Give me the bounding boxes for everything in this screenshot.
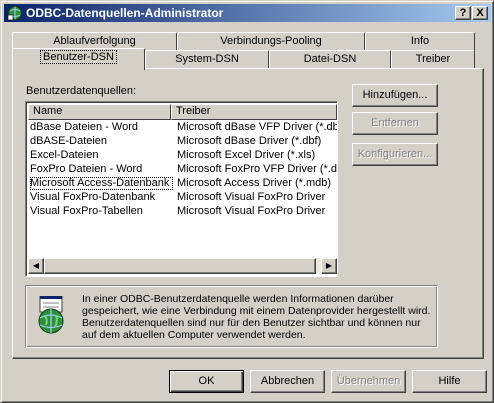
tab-system-dsn[interactable]: System-DSN xyxy=(145,50,269,69)
row-name: dBase Dateien - Word xyxy=(30,121,139,133)
row-driver: Microsoft FoxPro VFP Driver (*.dbf) xyxy=(177,163,337,175)
row-driver: Microsoft dBase VFP Driver (*.dbf) xyxy=(177,121,337,133)
row-driver: Microsoft Visual FoxPro Driver xyxy=(177,191,326,203)
row-name: Visual FoxPro-Datenbank xyxy=(30,191,156,203)
scroll-left-icon[interactable]: ◀ xyxy=(28,258,44,274)
info-text: In einer ODBC-Benutzerdatenquelle werden… xyxy=(82,293,431,341)
list-label: Benutzerdatenquellen: xyxy=(26,85,137,97)
tab-treiber[interactable]: Treiber xyxy=(391,50,475,69)
ok-button[interactable]: OK xyxy=(169,370,244,393)
remove-button[interactable]: Entfernen xyxy=(352,112,438,135)
row-driver: Microsoft Visual FoxPro Driver xyxy=(177,205,326,217)
horizontal-scrollbar[interactable]: ◀ ▶ xyxy=(28,258,337,274)
list-row-focused[interactable]: Microsoft Access-Datenbank Microsoft Acc… xyxy=(28,177,337,190)
help-button[interactable]: ? xyxy=(455,6,471,20)
row-driver: Microsoft dBase Driver (*.dbf) xyxy=(177,135,322,147)
row-name: FoxPro Dateien - Word xyxy=(30,163,143,175)
row-name: dBASE-Dateien xyxy=(30,135,108,147)
scroll-right-icon[interactable]: ▶ xyxy=(321,258,337,274)
list-row[interactable]: Visual FoxPro-Tabellen Microsoft Visual … xyxy=(28,205,337,218)
configure-button[interactable]: Konfigurieren... xyxy=(352,143,438,166)
row-driver: Microsoft Access Driver (*.mdb) xyxy=(177,177,332,189)
scroll-thumb[interactable] xyxy=(44,258,316,274)
row-name: Visual FoxPro-Tabellen xyxy=(30,205,143,217)
dialog-window: ODBC-Datenquellen-Administrator ? X Abla… xyxy=(0,0,494,403)
help-dialog-button[interactable]: Hilfe xyxy=(412,370,487,393)
list-row[interactable]: Excel-Dateien Microsoft Excel Driver (*.… xyxy=(28,149,337,162)
info-box: In einer ODBC-Benutzerdatenquelle werden… xyxy=(25,285,438,348)
row-name: Microsoft Access-Datenbank xyxy=(30,177,173,190)
list-row[interactable]: dBase Dateien - Word Microsoft dBase VFP… xyxy=(28,121,337,134)
row-name: Excel-Dateien xyxy=(30,149,99,161)
odbc-globe-icon xyxy=(38,296,64,334)
odbc-app-icon xyxy=(7,6,22,21)
list-row[interactable]: dBASE-Dateien Microsoft dBase Driver (*.… xyxy=(28,135,337,148)
tab-datei-dsn[interactable]: Datei-DSN xyxy=(269,50,391,69)
tab-benutzer-dsn[interactable]: Benutzer-DSN xyxy=(12,48,145,70)
add-button[interactable]: Hinzufügen... xyxy=(352,84,438,107)
cancel-button[interactable]: Abbrechen xyxy=(250,370,325,393)
list-row[interactable]: Visual FoxPro-Datenbank Microsoft Visual… xyxy=(28,191,337,204)
tab-verbindungs-pooling[interactable]: Verbindungs-Pooling xyxy=(177,32,365,51)
close-button[interactable]: X xyxy=(472,6,488,20)
list-row[interactable]: FoxPro Dateien - Word Microsoft FoxPro V… xyxy=(28,163,337,176)
window-title: ODBC-Datenquellen-Administrator xyxy=(26,6,224,20)
row-driver: Microsoft Excel Driver (*.xls) xyxy=(177,149,316,161)
title-bar[interactable]: ODBC-Datenquellen-Administrator ? X xyxy=(4,4,491,22)
column-header-name[interactable]: Name xyxy=(28,104,171,120)
data-source-list[interactable]: Name Treiber dBase Dateien - Word Micros… xyxy=(25,101,338,277)
column-header-driver[interactable]: Treiber xyxy=(171,104,337,120)
apply-button[interactable]: Übernehmen xyxy=(331,370,406,393)
tab-info[interactable]: Info xyxy=(365,32,475,51)
